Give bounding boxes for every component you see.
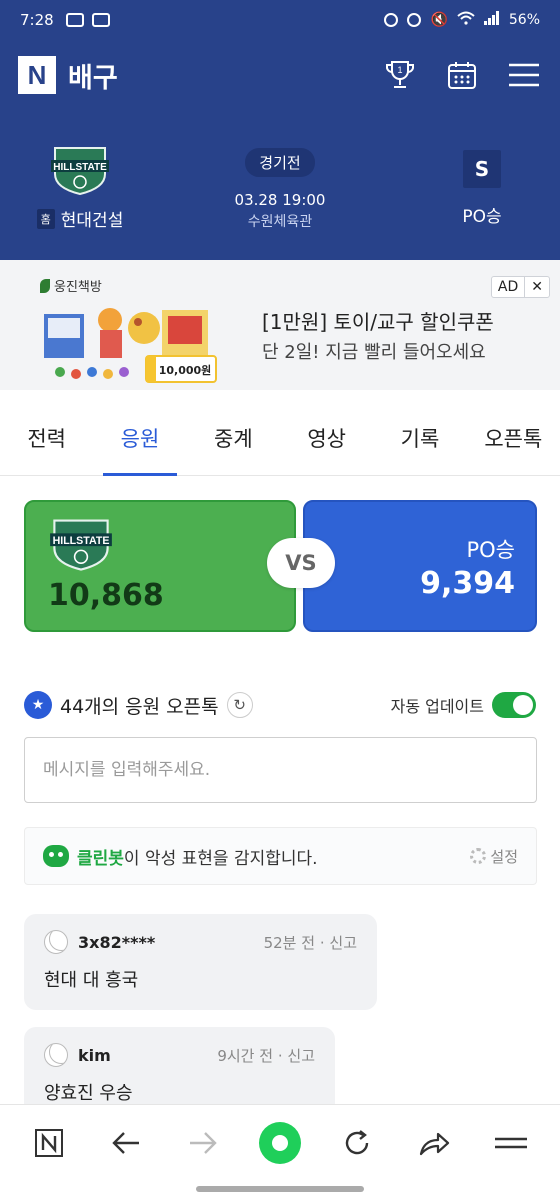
gear-icon [470, 848, 487, 864]
page-title: 배구 [68, 62, 118, 94]
wifi-icon [457, 11, 475, 29]
alarm-icon [407, 13, 422, 27]
svg-text:HILLSTATE: HILLSTATE [53, 535, 110, 547]
ad-close-button[interactable]: ✕ [524, 277, 549, 297]
menu-icon[interactable] [506, 57, 542, 93]
ad-title: [1만원] 토이/교구 할인쿠폰 [262, 310, 494, 334]
tab-bar: 전력 응원 중계 영상 기록 오픈톡 [0, 400, 560, 476]
cleanbot-notice: 클린봇 이 악성 표현을 감지합니다. 설정 [24, 827, 537, 885]
status-bar: 7:28 🔇 56% [0, 0, 560, 40]
app-header: N 배구 1 [0, 40, 560, 110]
signal-icon [483, 11, 500, 29]
match-header: HILLSTATE 홈 현대건설 경기전 03.28 19:00 수원체육관 S… [0, 110, 560, 260]
hillstate-logo: HILLSTATE [49, 144, 111, 196]
comment-user: 3x82**** [78, 932, 156, 952]
match-info: 경기전 03.28 19:00 수원체육관 [210, 148, 350, 231]
lock-icon [384, 13, 399, 27]
status-time: 7:28 [20, 11, 54, 29]
home-team-name: 현대건설 [60, 211, 124, 231]
comment-body: 현대 대 흥국 [44, 970, 139, 991]
image-icon [92, 13, 110, 27]
away-cheer-count: 9,394 [420, 566, 515, 601]
report-button[interactable]: 신고 [287, 1047, 315, 1065]
volleyball-icon [44, 1043, 68, 1067]
mute-icon: 🔇 [430, 12, 448, 28]
hillstate-logo: HILLSTATE [48, 516, 114, 572]
comment-time: 52분 전 [263, 933, 316, 952]
opentalk-title: 44개의 응원 오픈톡 [60, 695, 219, 718]
share-icon[interactable] [412, 1121, 456, 1165]
browser-toolbar [0, 1104, 560, 1180]
cleanbot-settings-button[interactable]: 설정 [470, 846, 518, 867]
ad-banner[interactable]: 웅진책방 10,000원 [1만원] 토이/교구 할인쿠폰 단 2일! 지금 빨… [0, 260, 560, 390]
forward-arrow-icon[interactable] [181, 1121, 225, 1165]
volleyball-icon [44, 930, 68, 954]
ad-subtitle: 단 2일! 지금 빨리 들어오세요 [262, 342, 486, 363]
refresh-icon[interactable]: ↻ [226, 692, 253, 718]
comment-item: 3x82**** 52분 전 · 신고 현대 대 흥국 [24, 914, 377, 1010]
green-dot-button[interactable] [258, 1121, 302, 1165]
naver-home-icon[interactable] [27, 1121, 71, 1165]
home-team[interactable]: HILLSTATE 홈 현대건설 [30, 144, 130, 231]
cheer-away-button[interactable]: PO승 9,394 [303, 500, 537, 632]
gesture-bar[interactable] [196, 1186, 364, 1192]
naver-logo[interactable]: N [18, 56, 56, 94]
back-arrow-icon[interactable] [104, 1121, 148, 1165]
away-team-name: PO승 [462, 207, 502, 227]
message-input[interactable] [24, 737, 537, 803]
match-status: 경기전 [245, 148, 315, 177]
vs-badge: VS [267, 538, 335, 588]
cleanbot-icon [43, 845, 69, 867]
tab-opentalk[interactable]: 오픈톡 [467, 400, 560, 475]
match-datetime: 03.28 19:00 [234, 191, 326, 209]
ad-label: AD [497, 279, 519, 295]
cleanbot-text: 이 악성 표현을 감지합니다. [123, 848, 318, 869]
star-chat-icon: ★ [24, 691, 52, 719]
home-cheer-count: 10,868 [48, 578, 164, 613]
opentalk-header: ★ 44개의 응원 오픈톡 ↻ 자동 업데이트 [24, 688, 536, 722]
cheer-vote: HILLSTATE 10,868 PO승 9,394 VS [24, 500, 537, 632]
tab-video[interactable]: 영상 [280, 400, 373, 475]
cheer-home-button[interactable]: HILLSTATE 10,868 [24, 500, 296, 632]
tab-cheer[interactable]: 응원 [93, 400, 186, 476]
comment-time: 9시간 전 [217, 1046, 274, 1065]
svg-text:HILLSTATE: HILLSTATE [53, 162, 107, 173]
leaf-icon [40, 278, 50, 293]
tab-broadcast[interactable]: 중계 [187, 400, 280, 475]
svg-text:1: 1 [397, 65, 402, 75]
svg-text:10,000원: 10,000원 [159, 363, 212, 377]
calendar-icon[interactable] [444, 57, 480, 93]
trophy-icon[interactable]: 1 [382, 57, 418, 93]
ad-badge: AD ✕ [490, 276, 550, 298]
away-team-logo: S [463, 150, 501, 188]
hamburger-menu-icon[interactable] [489, 1121, 533, 1165]
auto-update-label: 자동 업데이트 [390, 697, 484, 716]
tab-lineup[interactable]: 전력 [0, 400, 93, 475]
report-button[interactable]: 신고 [329, 934, 357, 952]
home-badge: 홈 [36, 208, 55, 229]
reload-icon[interactable] [335, 1121, 379, 1165]
cassette-icon [66, 13, 84, 27]
tab-records[interactable]: 기록 [373, 400, 466, 475]
auto-update-toggle[interactable] [492, 692, 536, 718]
comment-body: 양효진 우승 [44, 1083, 133, 1104]
away-team-name: PO승 [466, 538, 515, 562]
away-team[interactable]: S PO승 [442, 150, 522, 227]
ad-brand: 웅진책방 [40, 276, 102, 295]
match-venue: 수원체육관 [247, 214, 313, 230]
ad-toys-image: 10,000원 [40, 296, 220, 384]
comment-user: kim [78, 1045, 111, 1065]
battery-text: 56% [508, 12, 540, 28]
cleanbot-name: 클린봇 [77, 848, 124, 869]
